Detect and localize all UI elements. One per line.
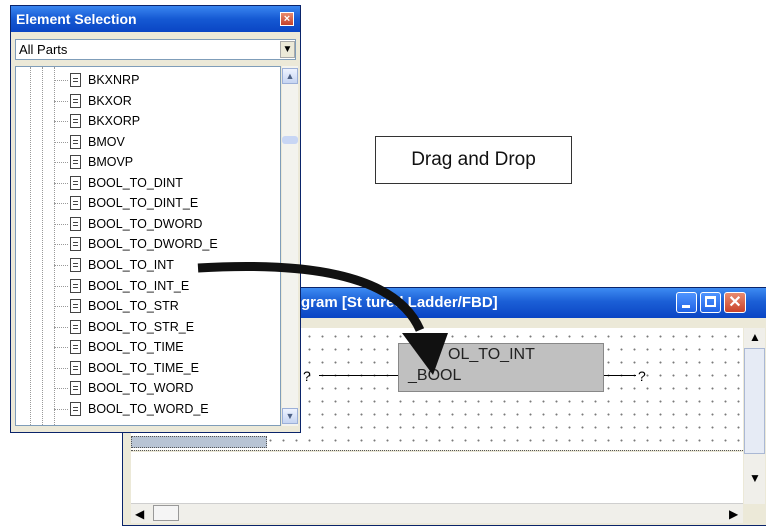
tree-branch-line [54,80,68,81]
maximize-button[interactable] [700,292,721,313]
document-icon [70,319,81,334]
selected-row-marker [131,436,267,448]
tree-branch-line [54,182,68,184]
document-icon [70,340,81,355]
tree-item-label: BMOV [88,134,125,149]
scroll-up-icon[interactable]: ▲ [749,330,761,344]
document-icon [70,299,81,314]
tree-scroll-up-icon[interactable]: ▲ [282,68,298,84]
tree-branch-line [54,264,68,266]
tree-branch-line [54,367,68,369]
chevron-down-icon[interactable]: ▼ [280,41,295,58]
element-selection-close-button[interactable]: × [280,12,294,26]
close-icon: ✕ [728,294,742,311]
horizontal-scrollbar[interactable] [131,503,743,523]
document-icon [70,381,81,396]
tree-item-label: BOOL_TO_TIME [88,340,184,355]
tree-item-label: BOOL_TO_STR [88,299,179,314]
document-icon [70,401,81,416]
tree-item-label: BKXOR [88,93,132,108]
canvas-divider [131,450,743,451]
document-icon [70,257,81,272]
document-icon [70,237,81,252]
tree-item-label: BOOL_TO_DWORD [88,216,203,231]
tree-guide-line [30,67,31,425]
drag-and-drop-label: Drag and Drop [375,136,572,184]
document-icon [70,216,81,231]
input-variable[interactable]: ? [303,368,311,384]
tree-branch-line [54,408,68,410]
tree-branch-line [54,326,68,328]
output-wire [604,375,636,376]
tree-branch-line [54,162,68,164]
ladder-lower-area[interactable] [131,452,743,510]
tree-item-label: BOOL_TO_INT [88,257,174,272]
tree-guide-line [42,67,43,425]
tree-item-label: BOOL_TO_DWORD_E [88,237,218,252]
tree-scrollbar[interactable] [282,66,298,426]
tree-scroll-down-icon[interactable]: ▼ [282,408,298,424]
document-icon [70,73,81,87]
element-selection-window: Element Selection × All Parts ▼ BKXNRP BK… [10,5,301,433]
tree-branch-line [54,285,68,287]
document-icon [70,360,81,375]
maximize-icon [705,296,716,307]
tree-item-label: BOOL_TO_DINT [88,175,183,190]
tree-item-label: BOOL_TO_WORD_E [88,401,209,416]
document-icon [70,278,81,293]
parts-filter-value: All Parts [19,42,68,57]
tree-branch-line [54,223,68,225]
scroll-right-icon[interactable]: ▶ [729,507,738,521]
tree-branch-line [54,100,68,102]
tree-item-label: BKXNRP [88,73,140,87]
element-tree[interactable]: BKXNRP BKXOR BKXORP BMOV BMOVP BOOL_TO_DINT BO… [15,66,281,426]
close-button[interactable]: ✕ [724,292,746,313]
vertical-scroll-thumb[interactable] [744,348,765,454]
output-variable[interactable]: ? [638,368,646,384]
function-block-name: OL_TO_INT [448,346,535,363]
scroll-left-icon[interactable]: ◀ [135,507,144,521]
element-selection-title: Element Selection [16,11,137,27]
tree-item-label: BKXORP [88,114,141,129]
program-window-title: gram [St tured Ladder/FBD] [301,294,498,311]
horizontal-scroll-thumb[interactable] [153,505,179,521]
minimize-icon [682,305,690,308]
tree-item-label: BOOL_TO_DINT_E [88,196,199,211]
minimize-button[interactable] [676,292,697,313]
document-icon [70,114,81,129]
document-icon [70,175,81,190]
tree-item-label: BOOL_TO_STR_E [88,319,195,334]
tree-item-label: BMOVP [88,155,134,170]
tree-branch-line [54,306,68,308]
tree-branch-line [54,121,68,123]
document-icon [70,155,81,170]
tree-item-label: BOOL_TO_WORD [88,381,194,396]
tree-item-label: BOOL_TO_INT_E [88,278,190,293]
tree-branch-line [54,203,68,205]
element-selection-title-bar[interactable]: Element Selection × [11,6,300,32]
document-icon [70,196,81,211]
tree-branch-line [54,347,68,349]
document-icon [70,93,81,108]
function-block-input-label: _BOOL [408,367,462,384]
tree-branch-line [54,141,68,143]
tree-item-label: BOOL_TO_TIME_E [88,360,199,375]
tree-branch-line [54,388,68,390]
input-wire [319,375,399,376]
scroll-down-icon[interactable]: ▼ [749,471,761,485]
tree-scroll-thumb[interactable] [282,136,298,144]
document-icon [70,134,81,149]
tree-branch-line [54,244,68,246]
parts-filter-dropdown[interactable]: All Parts ▼ [15,39,296,60]
